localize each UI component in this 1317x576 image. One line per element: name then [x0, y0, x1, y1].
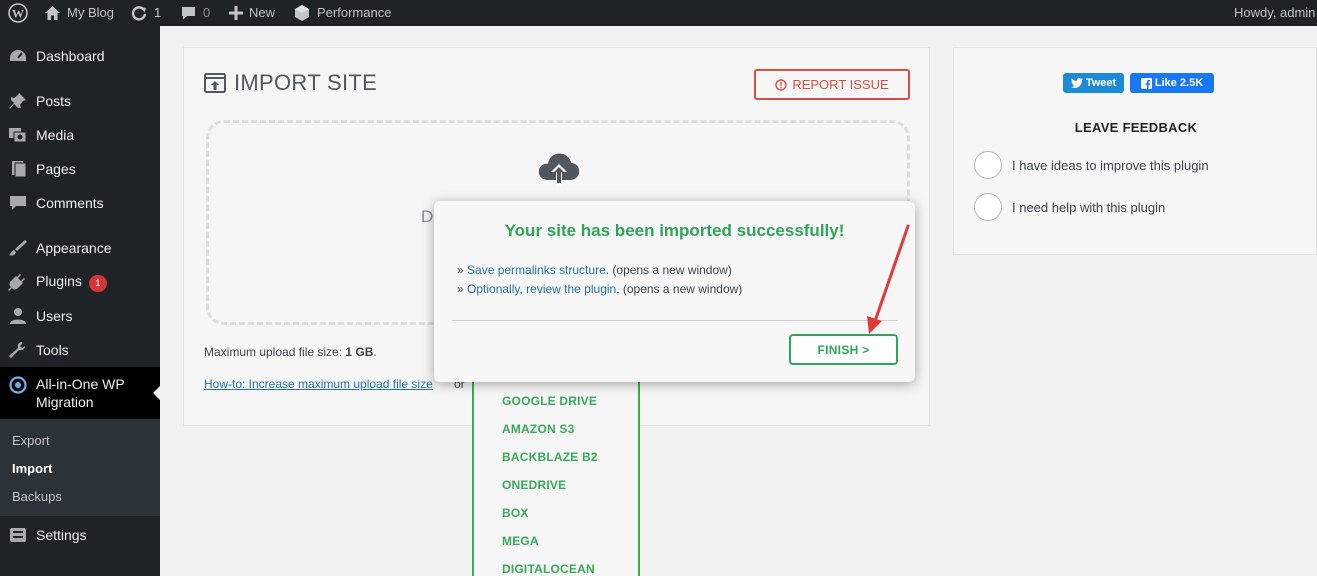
plugins-update-badge: 1: [88, 274, 107, 292]
svg-text:W: W: [12, 7, 24, 21]
facebook-like-button[interactable]: Like 2.5K: [1130, 73, 1214, 93]
sidebar-item-media[interactable]: Media: [0, 118, 160, 152]
import-option-digitalocean[interactable]: DIGITALOCEAN: [502, 562, 595, 576]
review-plugin-link[interactable]: Optionally, review the plugin: [467, 282, 616, 296]
modal-title: Your site has been imported successfully…: [504, 221, 845, 240]
import-title-text: IMPORT SITE: [234, 70, 378, 95]
pages-icon: [12, 161, 27, 178]
upload-limit-value: 1 GB: [345, 345, 374, 359]
pin-icon: [9, 93, 26, 109]
new-content-link[interactable]: New: [229, 0, 275, 26]
comment-icon: [182, 7, 195, 20]
site-name-link[interactable]: My Blog: [44, 0, 114, 26]
sidebar-item-tools[interactable]: Tools: [0, 333, 160, 367]
modal-divider: [452, 320, 898, 321]
feedback-option-help[interactable]: I need help with this plugin: [974, 193, 1165, 221]
sidebar-item-pages[interactable]: Pages: [0, 152, 160, 186]
submenu-import[interactable]: Import: [12, 461, 52, 476]
import-icon: [204, 73, 226, 93]
sidebar-item-comments[interactable]: Comments: [0, 186, 160, 220]
admin-bar: W My Blog 1 0 New Performance Howdy, adm…: [0, 0, 1317, 26]
updates-link[interactable]: 1: [130, 0, 161, 26]
sidebar-item-dashboard[interactable]: Dashboard: [0, 39, 160, 73]
import-option-backblaze-b2[interactable]: BACKBLAZE B2: [502, 450, 598, 464]
submenu-backups[interactable]: Backups: [12, 489, 62, 504]
brush-icon: [9, 240, 27, 256]
performance-link[interactable]: Performance: [293, 0, 391, 26]
comment-icon: [10, 196, 26, 210]
modal-line-permalinks: » Save permalinks structure. (opens a ne…: [457, 263, 732, 277]
current-menu-arrow: [153, 386, 160, 400]
tweet-label: Tweet: [1085, 77, 1117, 89]
modal-line-review: » Optionally, review the plugin. (opens …: [457, 282, 743, 296]
twitter-bird-icon: [1070, 78, 1083, 88]
like-label: Like 2.5K: [1154, 77, 1204, 89]
feedback-option-ideas[interactable]: I have ideas to improve this plugin: [974, 151, 1209, 179]
sidebar-item-all-in-one-wp-migration[interactable]: All-in-One WP Migration: [0, 367, 160, 419]
comments-link[interactable]: 0: [180, 0, 210, 26]
import-option-onedrive[interactable]: ONEDRIVE: [502, 478, 566, 492]
import-success-modal: Your site has been imported successfully…: [434, 201, 915, 382]
report-issue-button[interactable]: REPORT ISSUE: [754, 69, 910, 100]
annotation-arrow-icon: [867, 224, 910, 334]
sidebar-item-plugins[interactable]: Plugins 1: [0, 265, 160, 299]
wordpress-logo-icon[interactable]: W: [8, 0, 28, 26]
users-icon: [10, 308, 26, 324]
comments-count: 0: [203, 5, 211, 20]
sidebar-item-appearance[interactable]: Appearance: [0, 231, 160, 265]
facebook-icon: [1140, 77, 1152, 89]
media-icon: [9, 128, 27, 143]
greeting-text: Howdy, admin: [1234, 5, 1316, 20]
import-option-amazon-s3[interactable]: AMAZON S3: [502, 422, 574, 436]
new-label: New: [249, 5, 276, 20]
performance-label: Performance: [317, 5, 392, 20]
plus-icon: [229, 6, 243, 20]
tweet-button[interactable]: Tweet: [1063, 73, 1124, 93]
sidebar-item-settings[interactable]: Settings: [0, 518, 160, 552]
radio-button[interactable]: [974, 193, 1002, 221]
howto-link[interactable]: How-to: Increase maximum upload file siz…: [204, 377, 433, 391]
upload-limit-text: Maximum upload file size: 1 GB.: [204, 345, 377, 359]
save-permalinks-link[interactable]: Save permalinks structure: [467, 263, 606, 277]
import-title: IMPORT SITE: [204, 70, 377, 96]
home-icon: [45, 6, 60, 20]
report-issue-label: REPORT ISSUE: [792, 77, 889, 92]
cloud-upload-icon: [538, 153, 580, 186]
sidebar-item-posts[interactable]: Posts: [0, 84, 160, 118]
performance-icon: [295, 5, 309, 21]
settings-icon: [10, 528, 26, 542]
account-greeting[interactable]: Howdy, admin: [1234, 0, 1315, 26]
feedback-panel: Tweet Like 2.5K LEAVE FEEDBACK I have id…: [953, 47, 1317, 255]
plug-icon: [8, 274, 25, 291]
site-name: My Blog: [67, 5, 114, 20]
updates-count: 1: [154, 5, 162, 20]
import-option-mega[interactable]: MEGA: [502, 534, 539, 548]
submenu-export[interactable]: Export: [12, 433, 50, 448]
migration-icon: [9, 376, 27, 394]
plugins-label: Plugins: [36, 272, 82, 289]
import-option-box[interactable]: BOX: [502, 506, 529, 520]
feedback-title: LEAVE FEEDBACK: [1074, 120, 1198, 135]
dashboard-icon: [10, 50, 26, 61]
alert-icon: [775, 78, 788, 91]
wrench-icon: [9, 342, 25, 358]
admin-sidebar: Dashboard Posts Media Pages Comments App…: [0, 26, 160, 576]
refresh-icon: [131, 6, 147, 21]
import-option-google-drive[interactable]: GOOGLE DRIVE: [502, 394, 597, 408]
sidebar-item-users[interactable]: Users: [0, 299, 160, 333]
radio-button[interactable]: [974, 151, 1002, 179]
